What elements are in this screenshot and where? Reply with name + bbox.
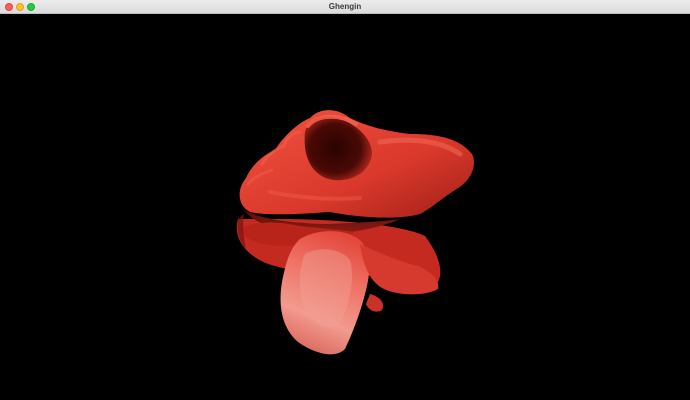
title-bar[interactable]: Ghengin <box>0 0 690 14</box>
render-viewport[interactable] <box>0 14 690 400</box>
render-canvas[interactable] <box>0 14 690 400</box>
window-title: Ghengin <box>328 2 362 11</box>
red-blob-mesh <box>236 110 475 355</box>
app-window: Ghengin <box>0 0 690 400</box>
